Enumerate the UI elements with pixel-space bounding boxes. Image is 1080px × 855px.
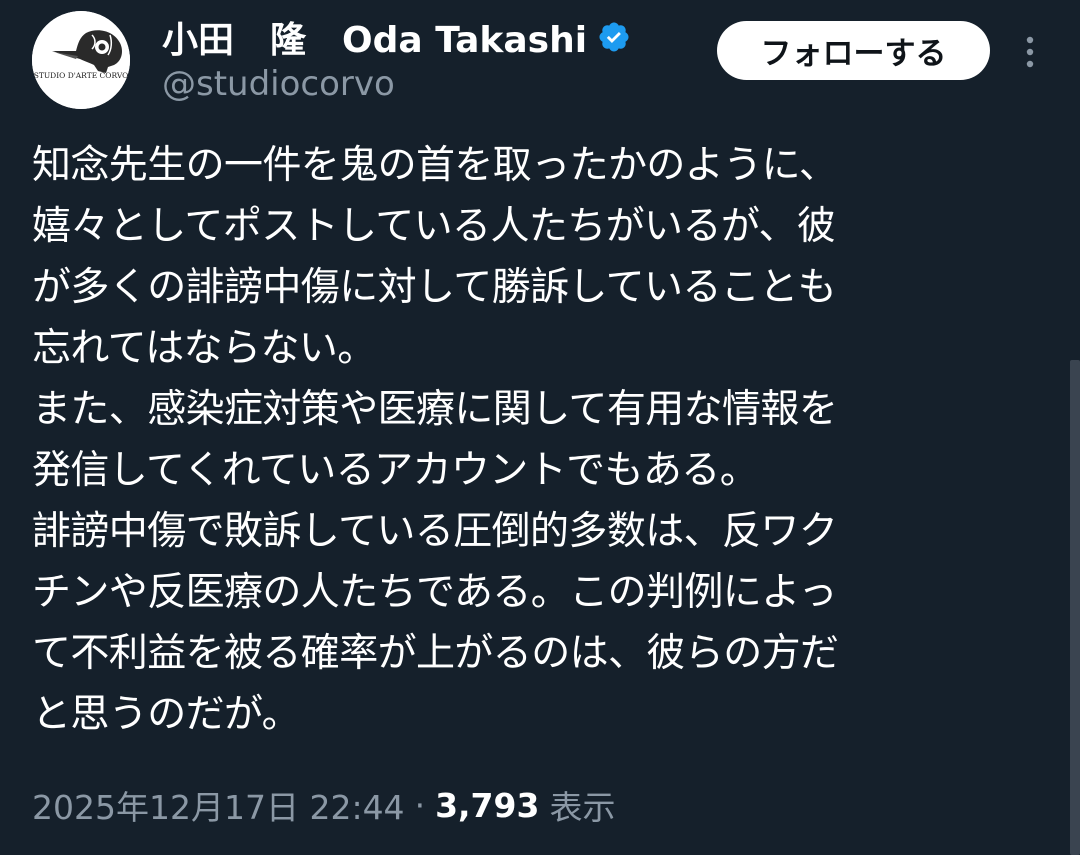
- post-text: 知念先生の一件を鬼の首を取ったかのように、 嬉々としてポストしている人たちがいる…: [32, 135, 1062, 745]
- verified-badge-icon[interactable]: [597, 20, 631, 54]
- more-options-button[interactable]: [1012, 30, 1048, 74]
- more-vertical-icon: [1026, 36, 1034, 68]
- meta-separator: ·: [414, 785, 426, 825]
- post-text-line: 知念先生の一件を鬼の首を取ったかのように、: [32, 143, 838, 188]
- post-text-line: 嬉々としてポストしている人たちがいるが、彼: [32, 204, 836, 249]
- raven-skull-logo-icon: STUDIO D'ARTE CORVO: [32, 11, 130, 109]
- tweet-detail: STUDIO D'ARTE CORVO 小田 隆 Oda Takashi @st…: [0, 0, 1080, 855]
- post-text-line: と思うのだが。: [32, 692, 301, 737]
- post-text-line: が多くの誹謗中傷に対して勝訴していることも: [32, 265, 837, 310]
- post-text-line: また、感染症対策や医療に関して有用な情報を: [32, 387, 838, 432]
- author-name-row: 小田 隆 Oda Takashi: [162, 11, 631, 63]
- follow-button[interactable]: フォローする: [717, 21, 990, 80]
- post-text-line: チンや反医療の人たちである。この判例によっ: [32, 570, 837, 615]
- author-display-name[interactable]: 小田 隆 Oda Takashi: [162, 11, 587, 63]
- views-label: 表示: [549, 788, 616, 827]
- post-timestamp[interactable]: 2025年12月17日 22:44: [32, 781, 405, 829]
- avatar[interactable]: STUDIO D'ARTE CORVO: [32, 11, 130, 109]
- scrollbar[interactable]: [1070, 360, 1080, 855]
- views-count[interactable]: 3,793: [435, 786, 539, 825]
- post-text-line: 誹謗中傷で敗訴している圧倒的多数は、反ワク: [32, 509, 838, 554]
- author-handle[interactable]: @studiocorvo: [162, 64, 395, 104]
- post-text-line: て不利益を被る確率が上がるのは、彼らの方だ: [32, 631, 839, 676]
- avatar-logo-text: STUDIO D'ARTE CORVO: [34, 71, 129, 80]
- post-text-line: 発信してくれているアカウントでもある。: [32, 448, 759, 493]
- post-text-line: 忘れてはならない。: [32, 326, 376, 371]
- post-meta: 2025年12月17日 22:44 · 3,793 表示: [32, 780, 615, 830]
